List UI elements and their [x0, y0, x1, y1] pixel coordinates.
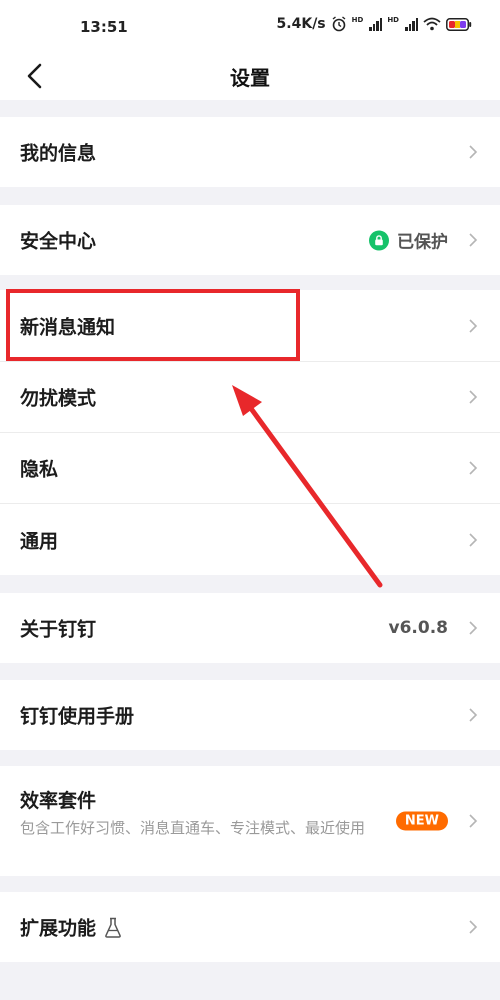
lock-icon: [369, 230, 389, 250]
network-speed: 5.4K/s: [276, 16, 326, 32]
settings-item-manual[interactable]: 钉钉使用手册: [0, 680, 500, 750]
settings-item-privacy[interactable]: 隐私: [0, 433, 500, 504]
chevron-right-icon: [469, 461, 478, 475]
settings-item-efficiency[interactable]: 效率套件 包含工作好习惯、消息直通车、专注模式、最近使用 NEW: [0, 766, 500, 876]
chevron-right-icon: [469, 318, 478, 333]
new-badge: NEW: [395, 811, 448, 831]
efficiency-text-block: 效率套件 包含工作好习惯、消息直通车、专注模式、最近使用: [20, 786, 380, 839]
extensions-label-text: 扩展功能: [20, 917, 97, 940]
card-manual: 钉钉使用手册: [0, 680, 500, 750]
chevron-right-icon: [469, 920, 478, 934]
alarm-icon: [332, 16, 346, 32]
item-label: 安全中心: [20, 230, 97, 253]
chevron-right-icon: [469, 621, 478, 635]
security-status-text: 已保护: [397, 232, 448, 253]
settings-item-general[interactable]: 通用: [0, 504, 500, 575]
hd-label-2: HD: [387, 16, 399, 24]
item-label: 通用: [20, 530, 59, 552]
chevron-right-icon: [469, 708, 478, 722]
card-about: 关于钉钉 v6.0.8: [0, 593, 500, 663]
card-security: 安全中心 已保护: [0, 205, 500, 275]
item-subtitle: 包含工作好习惯、消息直通车、专注模式、最近使用: [20, 819, 366, 837]
item-label: 勿扰模式: [20, 387, 97, 410]
item-label: 我的信息: [20, 142, 97, 165]
status-icons: 5.4K/s HD HD: [277, 16, 472, 32]
nav-bar: 设置: [0, 52, 500, 100]
status-time: 13:51: [80, 18, 128, 36]
item-label: 钉钉使用手册: [20, 705, 135, 728]
version-text: v6.0.8: [388, 618, 448, 638]
item-label: 效率套件: [20, 790, 97, 812]
chevron-right-icon: [469, 814, 478, 828]
settings-item-about[interactable]: 关于钉钉 v6.0.8: [0, 593, 500, 663]
settings-item-extensions[interactable]: 扩展功能: [0, 892, 500, 962]
wifi-icon: [423, 17, 441, 31]
battery-icon: [446, 17, 472, 31]
item-label: 关于钉钉: [20, 618, 97, 641]
card-efficiency: 效率套件 包含工作好习惯、消息直通车、专注模式、最近使用 NEW: [0, 766, 500, 876]
security-status: 已保护: [369, 228, 448, 253]
settings-item-my-info[interactable]: 我的信息: [0, 117, 500, 187]
status-bar: 13:51 5.4K/s HD HD: [0, 0, 500, 52]
item-label: 隐私: [20, 458, 59, 481]
signal-icon-2: [405, 17, 418, 31]
flask-icon: [105, 917, 121, 938]
chevron-right-icon: [469, 390, 478, 404]
card-my-info: 我的信息: [0, 117, 500, 187]
signal-icon-1: [369, 17, 383, 31]
settings-item-dnd[interactable]: 勿扰模式: [0, 362, 500, 433]
chevron-right-icon: [469, 145, 478, 159]
chevron-right-icon: [469, 532, 478, 547]
highlight-box: [6, 289, 300, 361]
chevron-right-icon: [469, 233, 478, 247]
card-extensions: 扩展功能: [0, 892, 500, 962]
settings-item-security[interactable]: 安全中心 已保护: [0, 205, 500, 275]
page-title: 设置: [230, 66, 270, 90]
item-label: 扩展功能: [20, 914, 122, 941]
hd-label-1: HD: [351, 16, 364, 24]
